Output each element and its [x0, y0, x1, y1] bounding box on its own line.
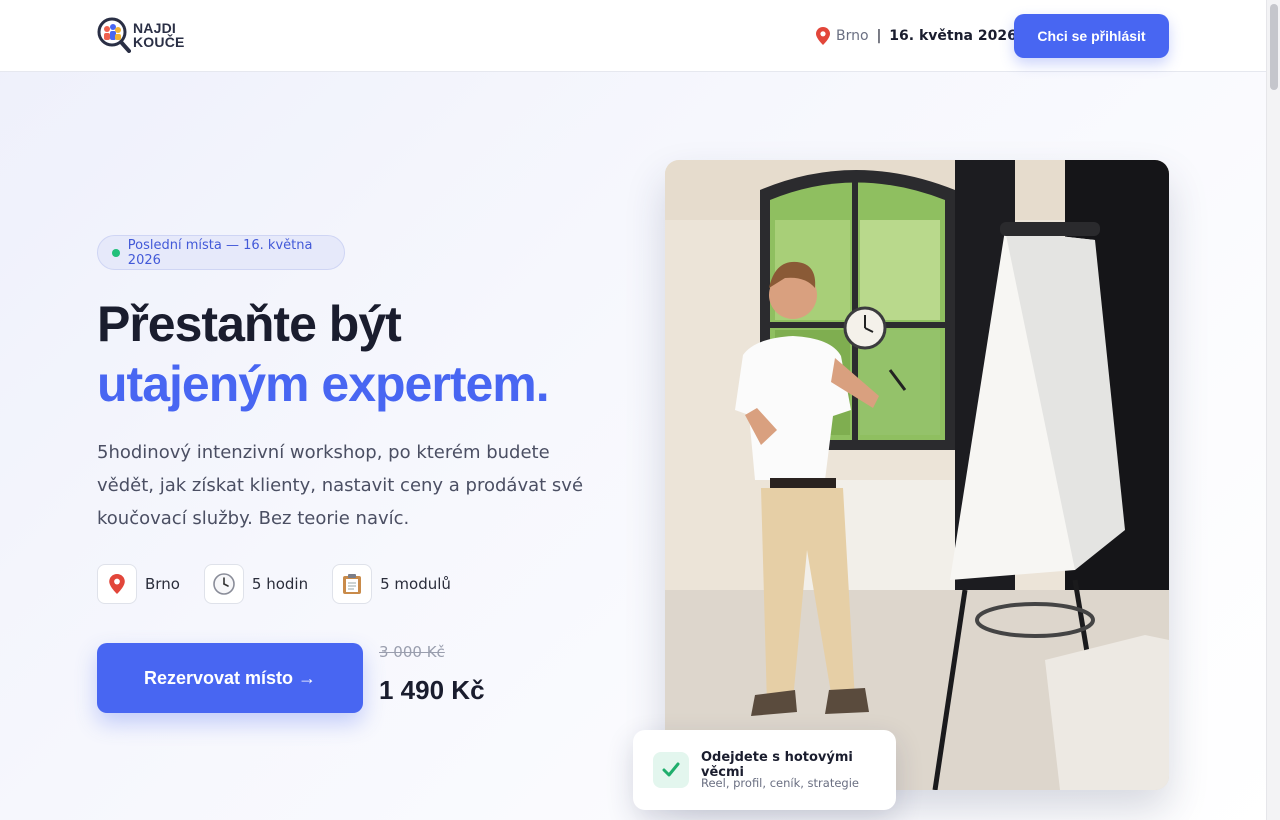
feature-label: 5 hodin	[251, 575, 309, 593]
badge-text: Poslední místa — 16. května 2026	[127, 237, 313, 268]
clipboard-icon	[332, 564, 373, 604]
headline-line2: utajeným expertem.	[97, 356, 550, 412]
logo-line1: NAJDI	[133, 20, 177, 36]
check-icon	[653, 752, 689, 788]
feature-label: 5 modulů	[380, 575, 451, 593]
status-dot	[112, 248, 120, 257]
headline-line1: Přestaňte být	[97, 296, 402, 352]
logo[interactable]: NAJDI KOUČE	[97, 17, 185, 53]
pin-icon	[97, 564, 137, 604]
card-subtitle: Reel, profil, ceník, strategie	[701, 776, 859, 790]
pin-icon	[816, 27, 830, 45]
feature-label: Brno	[145, 575, 180, 593]
event-meta: Brno | 16. května 2026	[816, 24, 1017, 48]
logo-text: NAJDI KOUČE	[133, 21, 185, 49]
hero-headline: Přestaňte být utajeným expertem.	[97, 294, 637, 414]
original-price: 3 000 Kč	[379, 643, 445, 661]
site-header: NAJDI KOUČE Brno | 16. května 2026 Chci …	[0, 0, 1266, 72]
meta-separator: |	[876, 28, 882, 44]
feature-modules: 5 modulů	[332, 564, 451, 604]
feature-duration: 5 hodin	[203, 564, 309, 604]
outcome-card: Odejdete s hotovými věcmi Reel, profil, …	[633, 730, 896, 810]
last-seats-badge: Poslední místa — 16. května 2026	[97, 235, 345, 270]
scrollbar-thumb[interactable]	[1270, 4, 1278, 90]
workshop-photo	[665, 160, 1169, 790]
magnifier-logo-icon	[97, 17, 131, 53]
feature-list: Brno 5 hodin 5 modulů	[97, 564, 475, 604]
event-date: 16. května 2026	[889, 28, 1017, 44]
current-price: 1 490 Kč	[379, 675, 485, 705]
feature-location: Brno	[97, 564, 180, 604]
logo-line2: KOUČE	[133, 34, 185, 50]
signup-button[interactable]: Chci se přihlásit	[1014, 14, 1169, 58]
event-city: Brno	[836, 28, 869, 44]
hero-lead: 5hodinový intenzivní workshop, po kterém…	[97, 442, 584, 529]
clock-icon	[203, 564, 244, 604]
reserve-button[interactable]: Rezervovat místo →	[97, 643, 363, 713]
page-scrollbar[interactable]	[1266, 0, 1280, 820]
